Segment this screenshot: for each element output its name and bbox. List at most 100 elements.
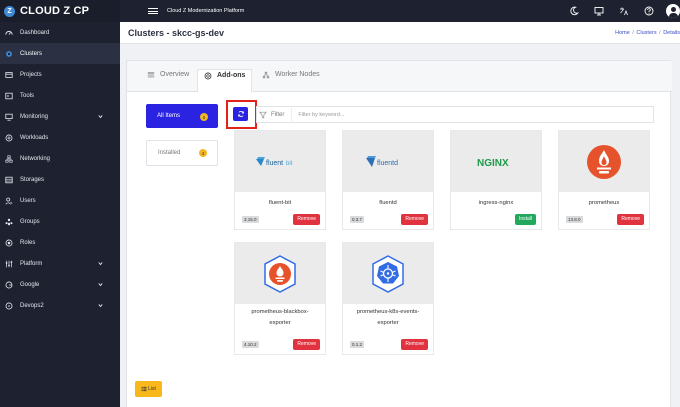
platform-icon <box>5 260 13 268</box>
addon-card-prometheus-blackbox-exporter[interactable]: prometheus-blackbox- exporter 4.10.2 Rem… <box>234 242 326 355</box>
sidebar-item-label: Platform <box>20 260 43 267</box>
tab-label: Worker Nodes <box>275 71 320 78</box>
brand[interactable]: Z CLOUD Z CP <box>0 0 120 22</box>
addon-name: ingress-nginx <box>478 200 514 206</box>
sidebar-item-workloads[interactable]: Workloads <box>0 127 120 148</box>
language-icon[interactable] <box>619 6 629 16</box>
help-icon[interactable] <box>644 6 654 16</box>
sidebar-item-google[interactable]: Google <box>0 274 120 295</box>
svg-text:bit: bit <box>286 161 293 167</box>
breadcrumb-clusters[interactable]: Clusters <box>636 30 656 36</box>
chevron-down-icon <box>98 115 103 119</box>
addon-thumbnail: fluentd <box>343 131 433 192</box>
menu-toggle-icon[interactable] <box>148 6 158 16</box>
users-icon <box>5 197 13 205</box>
addon-thumbnail <box>559 131 649 192</box>
sidebar-item-label: Tools <box>20 92 35 99</box>
installed-label: Installed <box>158 150 181 156</box>
addon-card-fluent-bit[interactable]: fluent bit fluent-bit 3.15.0 Remove <box>234 130 326 230</box>
sidebar-item-tools[interactable]: Tools <box>0 85 120 106</box>
dashboard-icon <box>5 29 13 37</box>
sidebar-item-label: Dashboard <box>20 29 50 36</box>
networking-icon <box>5 154 13 163</box>
list-view-button[interactable]: List <box>135 381 162 397</box>
sidebar-item-dashboard[interactable]: Dashboard <box>0 22 120 43</box>
sidebar-item-label: Users <box>20 197 36 204</box>
addon-card-prometheus[interactable]: prometheus 13.8.0 Remove <box>558 130 650 230</box>
all-items-count-badge: 5 <box>200 113 208 121</box>
sidebar-item-users[interactable]: Users <box>0 190 120 211</box>
tab-addons[interactable]: Add-ons <box>197 69 253 93</box>
tab-worker-nodes[interactable]: Worker Nodes <box>256 71 326 92</box>
fluentbit-logo-icon: fluent bit <box>256 156 293 167</box>
remove-button[interactable]: Remove <box>293 339 320 350</box>
sidebar: Z CLOUD Z CP Dashboard Clusters Projects… <box>0 0 120 407</box>
monitor-icon[interactable] <box>594 6 604 16</box>
list-button-label: List <box>148 386 156 392</box>
svg-text:fluent: fluent <box>266 160 283 167</box>
filter-icon <box>259 111 267 119</box>
chevron-down-icon <box>98 283 103 287</box>
prometheus-logo-icon <box>587 144 621 179</box>
cluster-details-card: Overview Add-ons Worker Nodes All Items … <box>126 60 672 407</box>
refresh-button[interactable] <box>233 107 248 121</box>
all-items-filter-button[interactable]: All Items 5 <box>146 104 218 128</box>
installed-filter-button[interactable]: Installed 4 <box>146 140 218 166</box>
sidebar-item-platform[interactable]: Platform <box>0 253 120 274</box>
sidebar-item-devops2[interactable]: Devops2 <box>0 295 120 316</box>
addon-name: prometheus-blackbox- exporter <box>251 309 309 326</box>
addon-name: fluentd <box>379 200 397 206</box>
google-icon <box>5 281 13 289</box>
nginx-logo-icon: NGINX <box>477 158 509 168</box>
worker-nodes-icon <box>262 71 270 79</box>
groups-icon <box>5 218 13 226</box>
tab-bar: Overview Add-ons Worker Nodes <box>127 61 672 93</box>
addon-card-fluentd[interactable]: fluentd fluentd 0.3.7 Remove <box>342 130 434 230</box>
topbar: Cloud Z Modernization Platform <box>120 0 680 22</box>
remove-button[interactable]: Remove <box>401 339 428 350</box>
addon-thumbnail <box>235 243 325 304</box>
sidebar-item-groups[interactable]: Groups <box>0 211 120 232</box>
sidebar-item-networking[interactable]: Networking <box>0 148 120 169</box>
remove-button[interactable]: Remove <box>401 214 428 225</box>
user-avatar[interactable] <box>666 4 680 18</box>
refresh-icon <box>237 111 244 117</box>
addons-icon <box>204 72 212 80</box>
install-button[interactable]: Install <box>514 214 536 225</box>
all-items-label: All Items <box>157 113 181 119</box>
chevron-down-icon <box>98 304 103 308</box>
addon-name: fluent-bit <box>268 200 292 206</box>
version-badge: 4.10.2 <box>242 341 259 348</box>
sidebar-item-projects[interactable]: Projects <box>0 64 120 85</box>
moon-icon[interactable] <box>569 6 579 16</box>
version-badge: 3.15.0 <box>242 216 259 223</box>
brand-name: CLOUD Z CP <box>20 5 90 17</box>
filter-label: Filter <box>271 111 285 118</box>
sidebar-item-storages[interactable]: Storages <box>0 169 120 190</box>
sidebar-item-label: Workloads <box>20 134 49 141</box>
sidebar-item-roles[interactable]: Roles <box>0 232 120 253</box>
storages-icon <box>5 176 13 184</box>
addon-thumbnail <box>343 243 433 304</box>
chevron-down-icon <box>98 262 103 266</box>
roles-icon <box>5 239 13 247</box>
devops-icon <box>5 302 13 310</box>
search-input[interactable] <box>291 107 653 122</box>
sidebar-item-monitoring[interactable]: Monitoring <box>0 106 120 127</box>
breadcrumb-details: Details <box>663 30 680 36</box>
breadcrumb-home[interactable]: Home <box>615 30 630 36</box>
workloads-icon <box>5 134 13 142</box>
addon-card-ingress-nginx[interactable]: NGINX ingress-nginx Install <box>450 130 542 230</box>
sidebar-item-label: Clusters <box>20 50 43 57</box>
addon-card-prometheus-k8s-events-exporter[interactable]: prometheus-k8s-events- exporter 0.1.2 Re… <box>342 242 434 355</box>
tab-overview[interactable]: Overview <box>141 71 195 92</box>
svg-text:NGINX: NGINX <box>477 158 509 168</box>
fluentd-logo-icon: fluentd <box>366 155 398 167</box>
sidebar-item-label: Devops2 <box>20 302 44 309</box>
remove-button[interactable]: Remove <box>617 214 644 225</box>
page-header: Clusters - skcc-gs-dev Home / Clusters /… <box>120 22 680 44</box>
sidebar-item-clusters[interactable]: Clusters <box>0 43 120 64</box>
remove-button[interactable]: Remove <box>293 214 320 225</box>
topbar-actions <box>554 0 680 22</box>
version-badge: 13.8.0 <box>566 216 583 223</box>
